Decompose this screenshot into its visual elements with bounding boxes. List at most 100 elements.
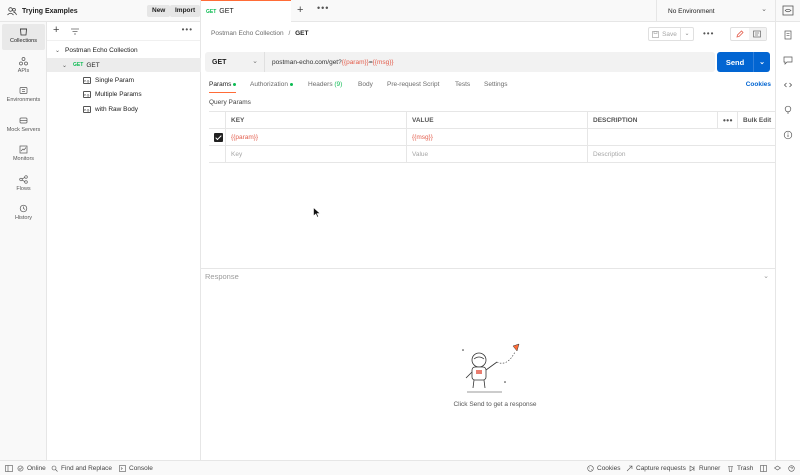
collection-item[interactable]: ⌄ Postman Echo Collection — [47, 43, 201, 57]
nav-flows[interactable]: Flows — [0, 172, 47, 198]
trash-button[interactable]: Trash — [727, 465, 753, 472]
col-description: DESCRIPTION — [587, 112, 717, 129]
nav-label: Environments — [6, 97, 41, 103]
tab-prerequest[interactable]: Pre-request Script — [387, 81, 439, 88]
example-item[interactable]: e.g. Multiple Params — [47, 87, 201, 101]
environment-label: No Environment — [668, 7, 715, 15]
method-select[interactable]: GET ⌄ — [205, 52, 265, 72]
console-button[interactable]: Console — [119, 465, 153, 472]
edit-pencil-icon[interactable] — [731, 28, 749, 40]
find-replace-button[interactable]: Find and Replace — [51, 465, 112, 472]
bulk-edit-button[interactable]: Bulk Edit — [737, 112, 775, 129]
response-title: Response — [205, 272, 239, 281]
help-icon[interactable] — [788, 465, 795, 472]
add-collection-plus-icon[interactable]: + — [53, 24, 59, 36]
send-label: Send — [725, 57, 745, 67]
url-bar: GET ⌄ postman-echo.com/get? {{param}} = {{m… — [205, 52, 715, 72]
nav-history[interactable]: History — [0, 201, 47, 227]
new-key-input[interactable]: Key — [225, 146, 406, 163]
online-status[interactable]: Online — [17, 465, 46, 472]
cookies-status-button[interactable]: Cookies — [587, 465, 620, 472]
nav-monitors[interactable]: Monitors — [0, 142, 47, 168]
table-row: {{param}} {{msg}} — [209, 129, 775, 146]
request-method: GET — [73, 62, 84, 68]
save-options-chevron-icon[interactable]: ⌄ — [681, 27, 694, 41]
request-tab[interactable]: GET GET — [201, 0, 291, 22]
tab-body[interactable]: Body — [358, 81, 373, 88]
lightbulb-icon[interactable] — [783, 105, 793, 115]
sidebar-more-icon[interactable]: ••• — [182, 25, 193, 34]
response-divider[interactable] — [201, 268, 775, 269]
layout-icon[interactable] — [760, 465, 767, 472]
import-button[interactable]: Import — [170, 5, 201, 17]
request-more-icon[interactable]: ••• — [703, 29, 714, 38]
tab-label: Pre-request Script — [387, 81, 440, 88]
documentation-icon[interactable] — [748, 28, 766, 40]
capture-requests-button[interactable]: Capture requests — [626, 465, 686, 472]
nav-mock-servers[interactable]: Mock Servers — [0, 113, 47, 139]
save-button[interactable]: Save — [648, 27, 681, 41]
cookies-link[interactable]: Cookies — [746, 81, 771, 88]
new-tab-plus-icon[interactable]: + — [297, 4, 303, 16]
environment-selector[interactable]: No Environment ⌄ — [656, 0, 776, 22]
tab-label: Settings — [484, 81, 508, 88]
capture-label: Capture requests — [636, 465, 686, 472]
nav-apis[interactable]: APIs — [0, 54, 47, 80]
sidebar-toggle-icon[interactable] — [5, 465, 13, 472]
example-item[interactable]: e.g. Single Param — [47, 73, 201, 87]
request-subtabs: Params Authorization Headers (9) Body Pr… — [209, 81, 771, 95]
team-icon — [7, 6, 17, 15]
param-description-input[interactable] — [587, 129, 775, 146]
example-item[interactable]: e.g. with Raw Body — [47, 102, 201, 116]
param-enabled-checkbox[interactable] — [214, 133, 223, 142]
code-icon[interactable] — [783, 80, 793, 90]
chevron-down-icon: ⌄ — [252, 58, 258, 65]
documentation-side-icon[interactable] — [783, 30, 793, 40]
nav-collections[interactable]: Collections — [2, 24, 45, 50]
breadcrumb-collection[interactable]: Postman Echo Collection — [211, 30, 284, 37]
tab-authorization[interactable]: Authorization — [250, 81, 293, 88]
tab-name: GET — [219, 8, 234, 15]
nav-label: APIs — [17, 68, 30, 74]
param-key-input[interactable]: {{param}} — [225, 129, 406, 146]
astronaut-illustration — [462, 343, 520, 393]
send-options-chevron-icon[interactable]: ⌄ — [754, 58, 770, 66]
url-variable: {{param}} — [341, 58, 369, 66]
breadcrumb-current[interactable]: GET — [295, 30, 308, 37]
info-icon[interactable] — [783, 130, 793, 140]
nav-environments[interactable]: Environments — [0, 83, 47, 109]
tab-headers[interactable]: Headers (9) — [308, 81, 342, 88]
search-icon — [51, 465, 58, 472]
nav-label: Flows — [16, 186, 31, 192]
capture-icon — [626, 465, 633, 472]
url-input[interactable]: postman-echo.com/get? {{param}} = {{msg}} — [265, 52, 394, 72]
response-collapse-chevron-icon[interactable]: ⌄ — [763, 272, 769, 280]
nav-label: History — [14, 215, 33, 221]
environment-eye-icon[interactable] — [782, 5, 794, 16]
workspace-name[interactable]: Trying Examples — [22, 8, 78, 15]
tab-settings[interactable]: Settings — [484, 81, 508, 88]
bootcamp-icon[interactable] — [774, 465, 781, 472]
save-label: Save — [662, 30, 677, 38]
new-description-input[interactable]: Description — [587, 146, 775, 163]
col-key: KEY — [225, 112, 406, 129]
flows-icon — [19, 175, 28, 184]
trash-icon — [728, 466, 733, 472]
request-name: GET — [86, 61, 100, 69]
collections-sidebar: + ••• ⌄ Postman Echo Collection ⌄ GET GE… — [47, 22, 201, 460]
new-button[interactable]: New — [147, 5, 171, 17]
trash-label: Trash — [737, 465, 754, 472]
tab-tests[interactable]: Tests — [455, 81, 470, 88]
send-button[interactable]: Send ⌄ — [717, 52, 770, 72]
tabs-more-icon[interactable]: ••• — [317, 3, 329, 13]
table-more-icon[interactable]: ••• — [717, 112, 737, 129]
runner-button[interactable]: Runner — [689, 465, 720, 472]
tab-label: Params — [209, 81, 232, 88]
param-value-input[interactable]: {{msg}} — [406, 129, 587, 146]
request-item-get[interactable]: ⌄ GET GET — [47, 58, 201, 72]
example-icon: e.g. — [83, 90, 91, 98]
tab-params[interactable]: Params — [209, 81, 237, 93]
comments-icon[interactable] — [783, 55, 793, 65]
new-value-input[interactable]: Value — [406, 146, 587, 163]
filter-icon[interactable] — [71, 28, 79, 35]
